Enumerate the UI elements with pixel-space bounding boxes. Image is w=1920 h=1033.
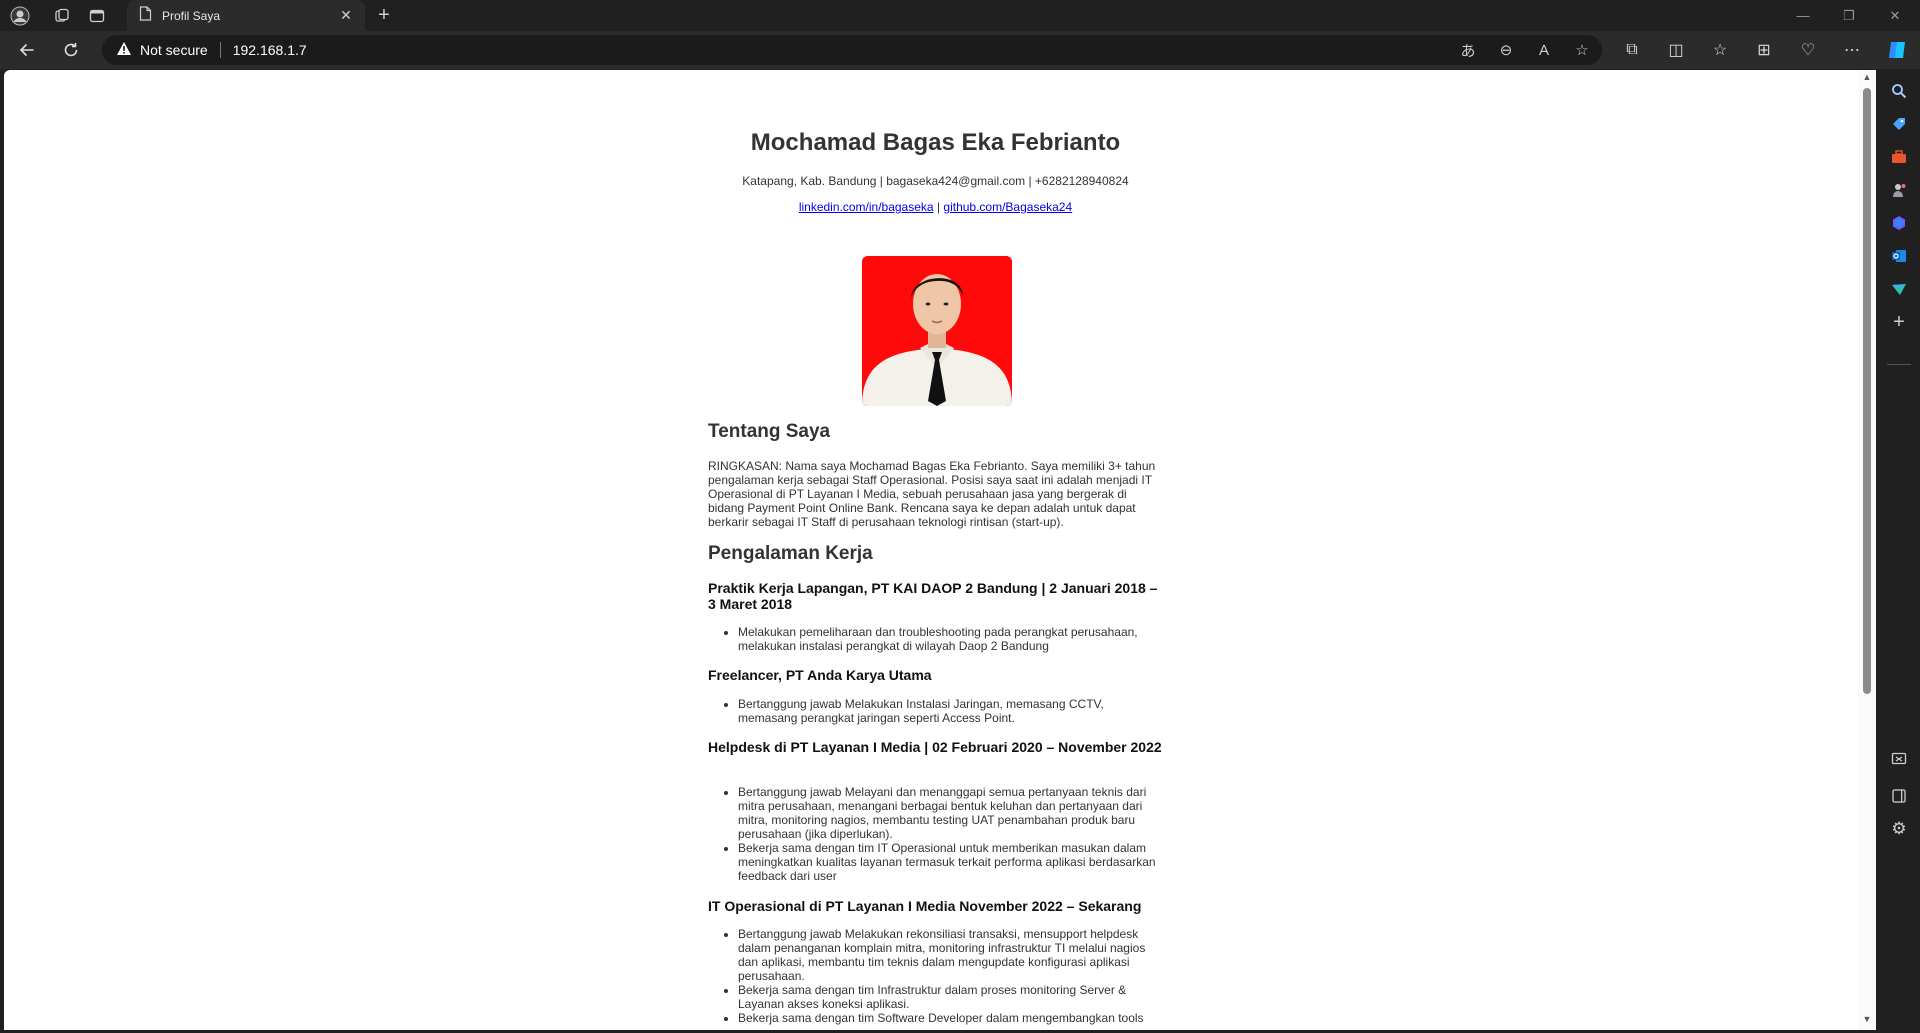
list-item: Bekerja sama dengan tim IT Operasional u… xyxy=(738,841,1163,883)
link-separator: | xyxy=(936,200,941,214)
more-options-icon[interactable]: ⋯ xyxy=(1835,36,1869,64)
list-item: Bertanggung jawab Melakukan rekonsiliasi… xyxy=(738,927,1163,983)
about-heading: Tentang Saya xyxy=(708,421,831,442)
title-bar: Profil Saya ✕ + — ❐ ✕ xyxy=(0,0,1920,31)
settings-gear-icon[interactable]: ⚙ xyxy=(1885,815,1913,843)
screenshot-icon[interactable] xyxy=(1885,745,1913,773)
search-icon[interactable] xyxy=(1885,77,1913,105)
workspaces-icon[interactable] xyxy=(50,4,74,28)
profile-name-heading: Mochamad Bagas Eka Febrianto xyxy=(750,129,1121,156)
list-item: Bertanggung jawab Melakukan Instalasi Ja… xyxy=(738,697,1163,725)
profile-photo xyxy=(862,256,1012,406)
browser-toolbar: Not secure 192.168.1.7 あ ⊖ A ☆ ⧉ ◫ ☆ ⊞ ♡… xyxy=(0,31,1920,69)
address-bar[interactable]: Not secure 192.168.1.7 あ ⊖ A ☆ xyxy=(102,35,1602,65)
list-item: Bekerja sama dengan tim Infrastruktur da… xyxy=(738,983,1163,1011)
job-duties-list: Bertanggung jawab Melayani dan menanggap… xyxy=(738,785,1163,883)
toolbar-actions: ⧉ ◫ ☆ ⊞ ♡ ⋯ xyxy=(1615,36,1869,64)
security-status-label[interactable]: Not secure xyxy=(140,42,208,58)
browser-essentials-icon[interactable]: ♡ xyxy=(1791,36,1825,64)
list-item: Melakukan pemeliharaan dan troubleshooti… xyxy=(738,625,1163,653)
edge-sidebar: + ⚙ xyxy=(1878,69,1920,1033)
tab-title: Profil Saya xyxy=(162,8,221,23)
read-aloud-icon[interactable]: A xyxy=(1532,42,1556,59)
refresh-button[interactable] xyxy=(56,36,86,64)
copilot-icon[interactable] xyxy=(1882,36,1912,64)
favorites-icon[interactable]: ☆ xyxy=(1703,36,1737,64)
sidebar-divider xyxy=(1887,364,1911,365)
github-link[interactable]: github.com/Bagaseka24 xyxy=(943,200,1072,214)
address-separator xyxy=(219,42,221,58)
about-summary: RINGKASAN: Nama saya Mochamad Bagas Eka … xyxy=(708,459,1156,529)
office-icon[interactable] xyxy=(1885,209,1913,237)
warning-icon[interactable] xyxy=(116,41,132,59)
scrollbar-thumb[interactable] xyxy=(1863,88,1871,694)
list-item: Bekerja sama dengan tim Software Develop… xyxy=(738,1011,1163,1025)
tab-profil-saya[interactable]: Profil Saya ✕ xyxy=(127,0,365,31)
profile-avatar-icon[interactable] xyxy=(8,4,32,28)
add-sidebar-app-icon[interactable]: + xyxy=(1885,308,1913,336)
address-bar-actions: あ ⊖ A ☆ xyxy=(1456,35,1594,65)
list-item: Bertanggung jawab Melayani dan menanggap… xyxy=(738,785,1163,841)
job-title: Praktik Kerja Lapangan, PT KAI DAOP 2 Ba… xyxy=(708,580,1158,612)
tools-briefcase-icon[interactable] xyxy=(1885,143,1913,171)
extensions-icon[interactable]: ⧉ xyxy=(1615,36,1649,64)
favorite-star-icon[interactable]: ☆ xyxy=(1570,41,1594,59)
close-tab-icon[interactable]: ✕ xyxy=(335,7,357,24)
page-viewport: Mochamad Bagas Eka Febrianto Katapang, K… xyxy=(4,70,1876,1030)
job-title: IT Operasional di PT Layanan I Media Nov… xyxy=(708,898,1142,914)
zoom-out-icon[interactable]: ⊖ xyxy=(1494,41,1518,59)
linkedin-link[interactable]: linkedin.com/in/bagaseka xyxy=(799,200,934,214)
close-window-button[interactable]: ✕ xyxy=(1872,0,1918,31)
url-text[interactable]: 192.168.1.7 xyxy=(233,42,307,58)
job-title: Freelancer, PT Anda Karya Utama xyxy=(708,667,932,683)
minimize-button[interactable]: — xyxy=(1780,0,1826,31)
new-tab-button[interactable]: + xyxy=(372,4,396,28)
experience-heading: Pengalaman Kerja xyxy=(708,543,873,564)
translate-icon[interactable]: あ xyxy=(1456,40,1480,61)
job-duties-list: Bertanggung jawab Melakukan Instalasi Ja… xyxy=(738,697,1163,725)
scroll-up-arrow-icon[interactable]: ▲ xyxy=(1858,72,1876,86)
vertical-tabs-icon[interactable] xyxy=(85,4,109,28)
restore-button[interactable]: ❐ xyxy=(1826,0,1872,31)
job-title: Helpdesk di PT Layanan I Media | 02 Febr… xyxy=(708,739,1162,755)
games-icon[interactable] xyxy=(1885,176,1913,204)
profile-links: linkedin.com/in/bagaseka | github.com/Ba… xyxy=(708,200,1163,214)
scroll-down-arrow-icon[interactable]: ▼ xyxy=(1858,1014,1876,1028)
hide-sidebar-icon[interactable] xyxy=(1885,782,1913,810)
shopping-tag-icon[interactable] xyxy=(1885,110,1913,138)
split-screen-icon[interactable]: ◫ xyxy=(1659,36,1693,64)
job-duties-list: Melakukan pemeliharaan dan troubleshooti… xyxy=(738,625,1163,653)
page-icon xyxy=(139,5,152,26)
page-scrollbar[interactable]: ▲ ▼ xyxy=(1858,70,1876,1030)
back-button[interactable] xyxy=(12,36,42,64)
job-duties-list: Bertanggung jawab Melakukan rekonsiliasi… xyxy=(738,927,1163,1025)
outlook-icon[interactable] xyxy=(1885,242,1913,270)
drop-icon[interactable] xyxy=(1885,275,1913,303)
collections-icon[interactable]: ⊞ xyxy=(1747,36,1781,64)
contact-info: Katapang, Kab. Bandung | bagaseka424@gma… xyxy=(742,174,1129,188)
